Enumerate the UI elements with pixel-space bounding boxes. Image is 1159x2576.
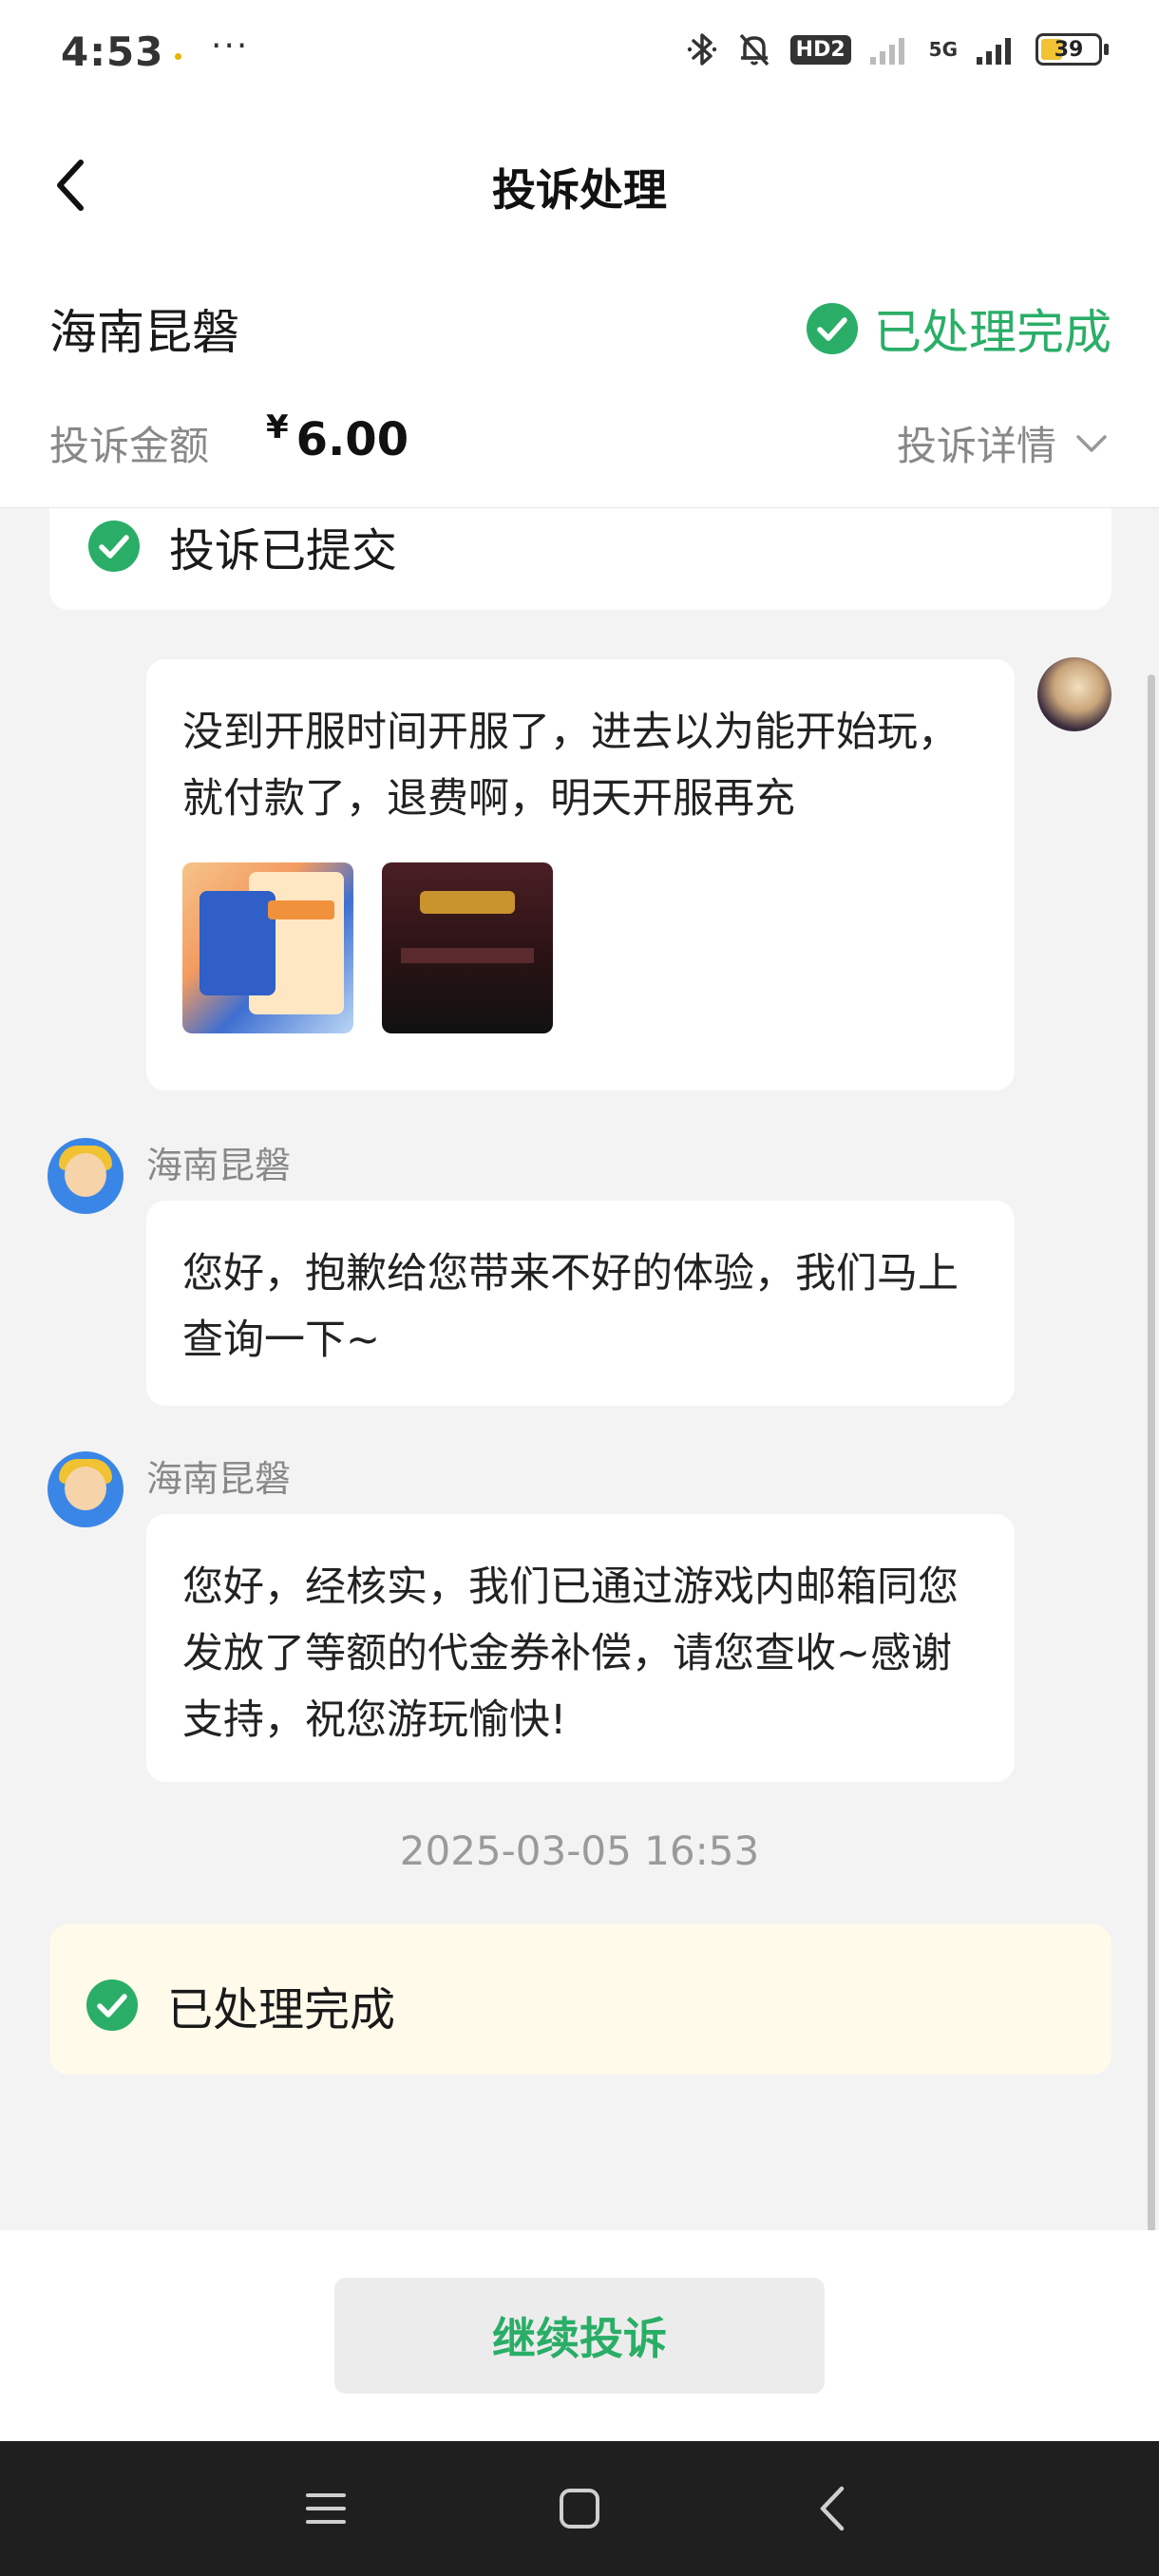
submitted-row: 投诉已提交 — [87, 513, 397, 579]
amount-label: 投诉金额 — [49, 423, 210, 469]
battery-icon: 39 — [1036, 33, 1109, 66]
status-bar: 4:53 ··· HD2 5G 39 — [0, 0, 1159, 114]
message-timestamp: 2025-03-05 16:53 — [399, 1828, 760, 1874]
currency-symbol: ¥ — [266, 408, 289, 446]
bluetooth-icon — [687, 33, 716, 66]
attachment-thumbnail[interactable] — [382, 862, 553, 1033]
home-button[interactable] — [546, 2475, 613, 2542]
menu-icon — [306, 2493, 346, 2524]
merchant-name: 海南昆磐 — [49, 305, 239, 360]
message-text: 您好，经核实，我们已通过游戏内邮箱同您发放了等额的代金券补偿，请您查收~感谢支持… — [182, 1563, 959, 1744]
system-back-button[interactable] — [800, 2475, 866, 2542]
status-time: 4:53 — [61, 28, 164, 75]
nav-bar: 投诉处理 — [0, 114, 1159, 256]
merchant-avatar[interactable] — [48, 1138, 124, 1214]
bottom-action-bar: 继续投诉 — [0, 2230, 1159, 2441]
network-indicator: 5G — [929, 40, 958, 59]
signal-weak-icon — [869, 38, 904, 65]
sender-name: 海南昆磐 — [146, 1458, 292, 1500]
check-circle-icon — [86, 1979, 138, 2031]
merchant-message-bubble: 您好，抱歉给您带来不好的体验，我们马上查询一下~ — [146, 1201, 1015, 1406]
amount-value: ¥6.00 — [266, 408, 408, 466]
user-message-bubble: 没到开服时间开服了，进去以为能开始玩，就付款了，退费啊，明天开服再充 — [146, 659, 1015, 1090]
sender-name: 海南昆磐 — [146, 1145, 292, 1186]
chevron-down-icon — [1076, 434, 1107, 452]
result-row: 已处理完成 — [86, 1972, 395, 2038]
recent-apps-button[interactable] — [293, 2475, 359, 2542]
merchant-message-bubble: 您好，经核实，我们已通过游戏内邮箱同您发放了等额的代金券补偿，请您查收~感谢支持… — [146, 1514, 1015, 1782]
status-text: 已处理完成 — [874, 305, 1112, 360]
signal-strong-icon — [977, 38, 1011, 65]
complaint-detail-toggle[interactable]: 投诉详情 — [897, 414, 1108, 472]
mute-bell-icon — [739, 33, 769, 66]
submitted-label: 投诉已提交 — [169, 524, 398, 578]
continue-complaint-button[interactable]: 继续投诉 — [334, 2278, 825, 2394]
merchant-avatar[interactable] — [48, 1451, 124, 1527]
home-icon — [560, 2489, 599, 2529]
user-avatar[interactable] — [1037, 657, 1112, 731]
network-type: 5G — [928, 38, 958, 61]
message-text: 您好，抱歉给您带来不好的体验，我们马上查询一下~ — [182, 1250, 959, 1364]
attachment-thumbnail[interactable] — [182, 862, 353, 1033]
notification-dot — [175, 53, 181, 60]
complaint-header: 海南昆磐 已处理完成 投诉金额 ¥6.00 投诉详情 — [0, 256, 1159, 508]
check-circle-icon — [88, 521, 140, 572]
check-circle-icon — [807, 303, 858, 354]
status-icons: HD2 5G 39 — [686, 30, 1109, 68]
result-card: 已处理完成 — [49, 1924, 1112, 2074]
status-badge: 已处理完成 — [806, 294, 1112, 363]
back-icon — [820, 2486, 845, 2531]
result-label: 已处理完成 — [167, 1983, 396, 2036]
detail-label: 投诉详情 — [896, 423, 1056, 469]
hd-badge: HD2 — [789, 34, 851, 65]
page-title: 投诉处理 — [492, 164, 667, 216]
scrollbar[interactable] — [1148, 674, 1155, 2232]
more-notifications-icon: ··· — [211, 27, 250, 66]
battery-percent: 39 — [1054, 37, 1084, 62]
system-navigation-bar — [0, 2441, 1159, 2576]
amount-number: 6.00 — [295, 413, 409, 466]
message-text: 没到开服时间开服了，进去以为能开始玩，就付款了，退费啊，明天开服再充 — [182, 709, 959, 823]
